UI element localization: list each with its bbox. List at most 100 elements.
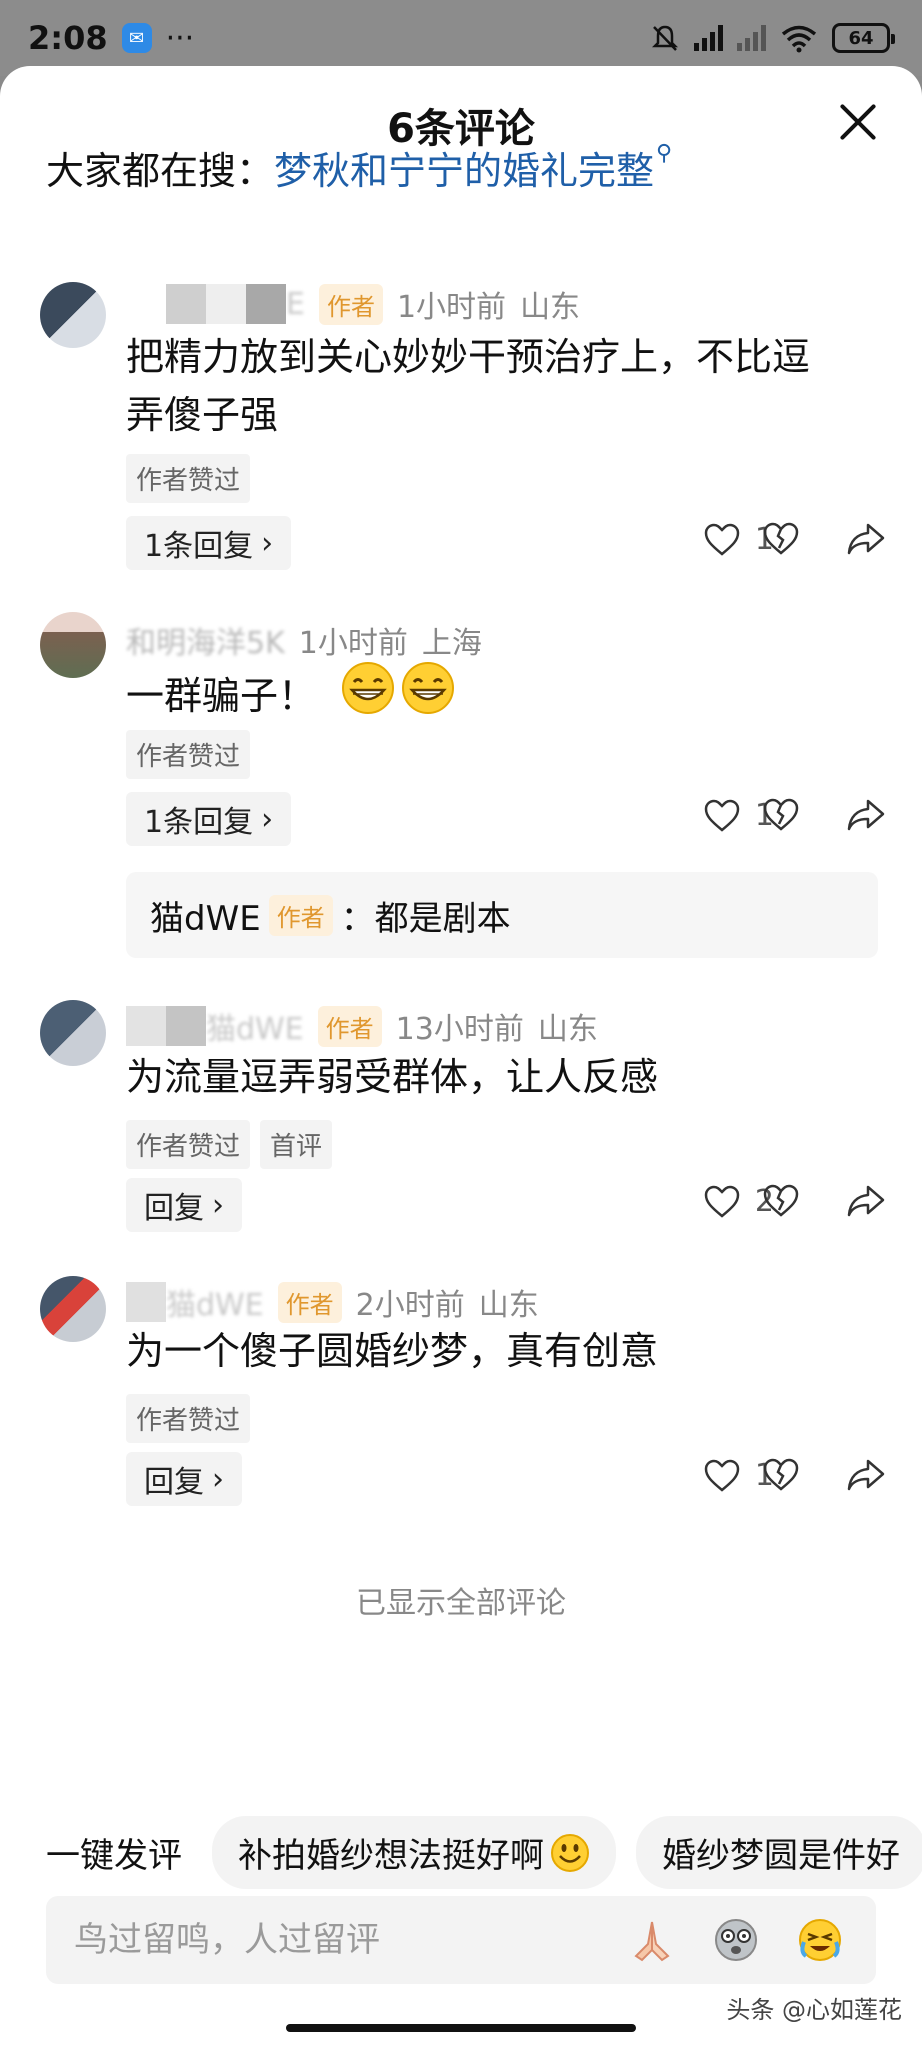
author-badge: 作者 [277, 1281, 342, 1323]
comment-meta: E 作者 1小时前 山东 [126, 282, 580, 326]
quick-comment-chip[interactable]: 补拍婚纱想法挺好啊 [212, 1816, 616, 1889]
tag-row: 作者赞过 [126, 1394, 251, 1443]
quick-comment-chip-text: 补拍婚纱想法挺好啊 [238, 1836, 544, 1876]
action-row: 1条回复 › 1 [126, 516, 886, 572]
comment-text-line: 弄傻子强 [126, 393, 279, 437]
comment-time: 1小时前 [298, 626, 408, 661]
comment-meta: 猫dWE 作者 13小时前 山东 [126, 1004, 598, 1048]
comment-location: 山东 [537, 1012, 598, 1047]
view-replies-button[interactable]: 1条回复 › [126, 792, 292, 846]
comment-meta: 和明海洋5K 1小时前 上海 [126, 618, 482, 662]
share-icon[interactable] [846, 798, 886, 832]
view-replies-button[interactable]: 1条回复 › [126, 516, 292, 570]
reply-button[interactable]: 回复 › [126, 1178, 242, 1232]
sub-reply-text: ：都是剧本 [340, 898, 511, 939]
search-suggestion-link[interactable]: 梦秋和宁宁的婚礼完整 [274, 140, 654, 195]
sub-reply[interactable]: 猫dWE 作者 ：都是剧本 [126, 872, 878, 958]
chevron-right-icon: › [212, 1461, 224, 1497]
status-bar: 2:08 ✉ ··· 64 [0, 0, 922, 76]
action-row: 1条回复 › 1 [126, 792, 886, 848]
author-badge: 作者 [317, 1005, 382, 1047]
tag-author-liked: 作者赞过 [126, 454, 251, 503]
crying-laugh-emoji-icon[interactable] [796, 1916, 844, 1964]
broken-heart-icon[interactable] [762, 798, 800, 832]
sub-reply-username[interactable]: 猫dWE [150, 891, 261, 940]
avatar[interactable] [40, 282, 106, 348]
tag-author-liked: 作者赞过 [126, 1394, 251, 1443]
heart-icon [704, 523, 740, 556]
share-icon[interactable] [846, 1184, 886, 1218]
author-badge: 作者 [268, 894, 333, 936]
all-comments-shown-label: 已显示全部评论 [356, 1586, 566, 1621]
tag-row: 作者赞过 [126, 730, 251, 779]
username[interactable]: E [126, 284, 305, 324]
reply-button[interactable]: 回复 › [126, 1452, 242, 1506]
tag-row: 作者赞过 [126, 454, 251, 503]
tag-author-liked: 作者赞过 [126, 730, 251, 779]
chevron-right-icon: › [261, 801, 274, 837]
heart-icon [704, 1459, 740, 1492]
comment-location: 山东 [520, 290, 581, 325]
tag-first-comment: 首评 [260, 1120, 333, 1169]
search-suggestion[interactable]: 大家都在搜： 梦秋和宁宁的婚礼完整 ⚲ [46, 140, 672, 195]
comment-text: 把精力放到关心妙妙干预治疗上，不比逗 弄傻子强 [126, 328, 886, 444]
home-indicator[interactable] [286, 2024, 636, 2032]
comment-time: 2小时前 [355, 1288, 465, 1323]
comment-text: 为流量逗弄弱受群体，让人反感 [126, 1055, 659, 1099]
action-row: 回复 › 1 [126, 1452, 886, 1508]
comment-text-line: 一群骗子！ [126, 674, 317, 718]
avatar[interactable] [40, 1276, 106, 1342]
author-badge: 作者 [318, 283, 383, 325]
grin-emoji-icon [340, 660, 396, 732]
reply-label: 1条回复 [144, 529, 254, 564]
praying-hands-emoji-icon[interactable] [628, 1916, 676, 1964]
avatar[interactable] [40, 1000, 106, 1066]
avatar[interactable] [40, 612, 106, 678]
heart-icon [704, 799, 740, 832]
reply-label: 回复 [144, 1465, 204, 1500]
search-suggestion-label: 大家都在搜： [46, 149, 275, 193]
wifi-icon [781, 25, 817, 53]
status-time: 2:08 [28, 19, 108, 57]
broken-heart-icon[interactable] [762, 522, 800, 556]
battery-icon: 64 [832, 23, 895, 53]
comment-text: 一群骗子！ [126, 660, 886, 732]
broken-heart-icon[interactable] [762, 1458, 800, 1492]
grin-emoji-icon [400, 660, 456, 732]
app-notification-icon: ✉ [121, 23, 152, 53]
chevron-right-icon: › [261, 525, 274, 561]
comment-input-bar [46, 1896, 876, 1984]
close-icon[interactable] [838, 102, 878, 142]
quick-comment-chip[interactable]: 婚纱梦圆是件好 [636, 1816, 922, 1889]
comment-text-line: 把精力放到关心妙妙干预治疗上，不比逗 [126, 335, 811, 379]
comment-meta: 猫dWE 作者 2小时前 山东 [126, 1280, 539, 1324]
comment-location: 上海 [421, 626, 482, 661]
status-left: 2:08 ✉ ··· [28, 19, 194, 57]
broken-heart-icon[interactable] [762, 1184, 800, 1218]
quick-comment-label: 一键发评 [46, 1836, 182, 1876]
username[interactable]: 和明海洋5K [126, 618, 285, 662]
action-row: 回复 › 2 [126, 1178, 886, 1234]
username[interactable]: 猫dWE [126, 1282, 264, 1323]
signal-icon [737, 25, 766, 51]
watermark: 头条 @心如莲花 [726, 1996, 902, 2024]
username[interactable]: 猫dWE [126, 1006, 304, 1047]
tag-row: 作者赞过 首评 [126, 1120, 333, 1169]
comment-input[interactable] [74, 1920, 594, 1960]
signal-hd-icon [694, 25, 723, 51]
share-icon[interactable] [846, 1458, 886, 1492]
reply-label: 1条回复 [144, 805, 254, 840]
heart-icon [704, 1185, 740, 1218]
share-icon[interactable] [846, 522, 886, 556]
shocked-emoji-icon[interactable] [712, 1916, 760, 1964]
tag-author-liked: 作者赞过 [126, 1120, 251, 1169]
status-right: 64 [650, 23, 895, 53]
quick-comment-chip-text: 婚纱梦圆是件好 [662, 1836, 900, 1876]
comment-location: 山东 [478, 1288, 539, 1323]
chevron-right-icon: › [212, 1187, 224, 1223]
quick-comment-row: 一键发评 补拍婚纱想法挺好啊 婚纱梦圆是件好 [46, 1816, 922, 1889]
comment-time: 13小时前 [395, 1012, 524, 1047]
smile-emoji-icon [551, 1833, 589, 1872]
bell-muted-icon [651, 25, 679, 51]
reply-label: 回复 [144, 1191, 204, 1226]
